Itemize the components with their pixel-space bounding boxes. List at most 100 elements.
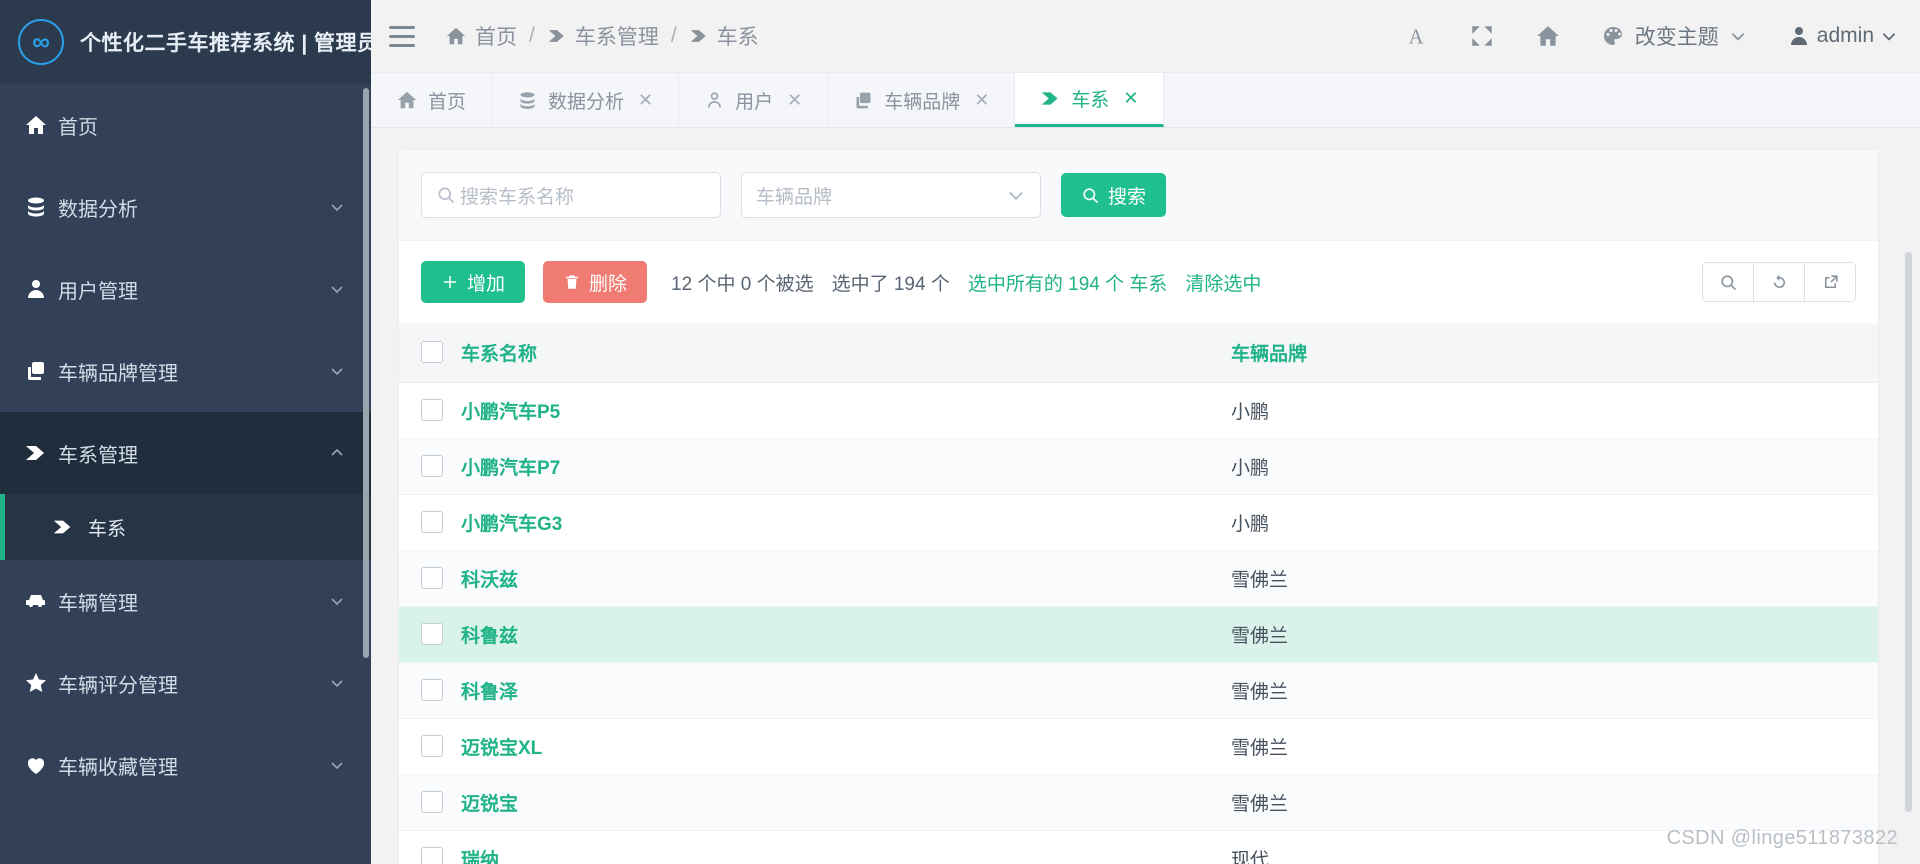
add-button[interactable]: 增加	[421, 261, 526, 303]
table-row[interactable]: 小鹏汽车G3 小鹏	[399, 494, 1878, 551]
export-icon[interactable]	[1804, 262, 1856, 302]
row-checkbox-cell	[399, 774, 461, 831]
top-header: 首页 / 车系管理 / 车系 A 改变主题 admin	[371, 0, 1920, 72]
user-menu[interactable]: admin	[1787, 24, 1898, 48]
home-icon[interactable]	[1535, 23, 1561, 49]
table-row[interactable]: 迈锐宝 雪佛兰	[399, 774, 1878, 831]
series-name-link[interactable]: 瑞纳	[461, 850, 499, 864]
search-icon	[438, 187, 455, 204]
series-name-link[interactable]: 科鲁泽	[461, 682, 518, 703]
cell-series-name: 小鹏汽车G3	[461, 494, 1231, 551]
cell-series-name: 科鲁泽	[461, 662, 1231, 719]
row-checkbox[interactable]	[421, 455, 443, 478]
close-icon[interactable]: ✕	[974, 90, 989, 111]
tab-data-analysis[interactable]: 数据分析 ✕	[492, 73, 680, 127]
row-checkbox[interactable]	[421, 847, 443, 864]
row-checkbox-cell	[399, 550, 461, 607]
chevron-down-icon	[331, 762, 343, 770]
series-name-link[interactable]: 科鲁兹	[461, 626, 518, 647]
sidebar-scrollbar[interactable]	[363, 88, 369, 658]
breadcrumb-separator: /	[529, 24, 535, 47]
row-checkbox[interactable]	[421, 511, 443, 534]
table-row[interactable]: 瑞纳 现代	[399, 830, 1878, 864]
tab-home[interactable]: 首页	[371, 73, 493, 127]
sidebar-subitem-series[interactable]: 车系	[0, 494, 371, 560]
car-icon	[24, 589, 58, 613]
cell-brand: 雪佛兰	[1231, 662, 1878, 719]
series-table: 车系名称 车辆品牌 小鹏汽车P5 小鹏 小鹏汽车P7 小鹏 小鹏汽车G3 小鹏 …	[399, 323, 1878, 864]
series-name-link[interactable]: 迈锐宝XL	[461, 738, 542, 759]
breadcrumb-label: 车系	[716, 26, 759, 49]
delete-button[interactable]: 删除	[543, 261, 648, 303]
table-tools	[1702, 262, 1856, 302]
infinity-logo-icon: ∞	[18, 19, 64, 65]
selected-count: 选中了 194 个	[831, 273, 950, 295]
tag-icon	[1042, 92, 1058, 105]
table-row[interactable]: 科鲁泽 雪佛兰	[399, 662, 1878, 719]
home-icon	[397, 91, 417, 109]
font-size-icon[interactable]: A	[1403, 23, 1429, 49]
clear-selection-link[interactable]: 清除选中	[1185, 269, 1261, 296]
table-row[interactable]: 迈锐宝XL 雪佛兰	[399, 718, 1878, 775]
table-row[interactable]: 小鹏汽车P7 小鹏	[399, 438, 1878, 495]
sidebar-item-favorites-management[interactable]: 车辆收藏管理	[0, 724, 371, 806]
series-name-link[interactable]: 小鹏汽车P7	[461, 458, 560, 479]
sidebar-item-data-analysis[interactable]: 数据分析	[0, 166, 371, 248]
close-icon[interactable]: ✕	[787, 90, 802, 111]
sidebar-item-user-management[interactable]: 用户管理	[0, 248, 371, 330]
breadcrumb-item-series-management[interactable]: 车系管理	[547, 21, 659, 51]
cell-brand: 雪佛兰	[1231, 606, 1878, 663]
tab-vehicle-brand[interactable]: 车辆品牌 ✕	[828, 73, 1016, 127]
table-body: 小鹏汽车P5 小鹏 小鹏汽车P7 小鹏 小鹏汽车G3 小鹏 科沃兹 雪佛兰 科鲁…	[399, 382, 1878, 864]
tab-user[interactable]: 用户 ✕	[679, 73, 829, 127]
sidebar-item-home[interactable]: 首页	[0, 84, 371, 166]
hamburger-icon[interactable]	[389, 21, 423, 51]
cell-brand: 雪佛兰	[1231, 718, 1878, 775]
row-checkbox[interactable]	[421, 679, 443, 702]
sidebar-item-rating-management[interactable]: 车辆评分管理	[0, 642, 371, 724]
table-row[interactable]: 小鹏汽车P5 小鹏	[399, 382, 1878, 439]
row-checkbox[interactable]	[421, 623, 443, 646]
brand-select[interactable]: 车辆品牌	[741, 172, 1041, 218]
sidebar-item-brand-management[interactable]: 车辆品牌管理	[0, 330, 371, 412]
series-name-link[interactable]: 小鹏汽车G3	[461, 514, 562, 535]
series-name-link[interactable]: 科沃兹	[461, 570, 518, 591]
row-checkbox[interactable]	[421, 791, 443, 814]
cell-brand: 小鹏	[1231, 438, 1878, 495]
chevron-down-icon	[331, 286, 343, 294]
sidebar-item-series-management[interactable]: 车系管理	[0, 412, 371, 494]
tab-series[interactable]: 车系 ✕	[1015, 73, 1165, 127]
row-checkbox[interactable]	[421, 399, 443, 422]
close-icon[interactable]: ✕	[638, 90, 653, 111]
series-name-link[interactable]: 小鹏汽车P5	[461, 402, 560, 423]
table-row[interactable]: 科沃兹 雪佛兰	[399, 550, 1878, 607]
column-header-brand[interactable]: 车辆品牌	[1231, 323, 1878, 383]
breadcrumb-item-series[interactable]: 车系	[689, 21, 759, 51]
breadcrumb-item-home[interactable]: 首页	[445, 21, 517, 51]
close-icon[interactable]: ✕	[1123, 88, 1138, 109]
refresh-icon[interactable]	[1753, 262, 1805, 302]
search-button[interactable]: 搜索	[1061, 173, 1167, 217]
breadcrumb-label: 首页	[475, 26, 517, 49]
series-name-link[interactable]: 迈锐宝	[461, 794, 518, 815]
select-all-checkbox-cell	[399, 323, 461, 383]
table-row[interactable]: 科鲁兹 雪佛兰	[399, 606, 1878, 663]
cell-series-name: 科鲁兹	[461, 606, 1231, 663]
column-header-name[interactable]: 车系名称	[461, 323, 1231, 383]
sidebar-item-vehicle-management[interactable]: 车辆管理	[0, 560, 371, 642]
tab-bar: 首页 数据分析 ✕ 用户 ✕ 车辆品牌 ✕ 车系 ✕	[371, 72, 1920, 128]
search-toggle-icon[interactable]	[1702, 262, 1754, 302]
cell-series-name: 小鹏汽车P7	[461, 438, 1231, 495]
select-all-link[interactable]: 选中所有的 194 个 车系	[968, 269, 1168, 296]
row-checkbox[interactable]	[421, 567, 443, 590]
row-checkbox[interactable]	[421, 735, 443, 758]
fullscreen-icon[interactable]	[1469, 23, 1495, 49]
heart-icon	[24, 753, 58, 777]
action-bar: 增加 删除 12 个中 0 个被选 选中了 194 个 选中所有的 194 个 …	[399, 241, 1878, 323]
content-scrollbar[interactable]	[1905, 252, 1912, 812]
app-root: ∞ 个性化二手车推荐系统 | 管理员 首页 数据分析 用户管理 车辆品牌管理 车…	[0, 0, 1920, 864]
select-all-checkbox[interactable]	[421, 341, 443, 364]
search-input[interactable]: 搜索车系名称	[421, 172, 721, 218]
theme-selector[interactable]: 改变主题	[1601, 21, 1747, 51]
home-icon	[24, 113, 58, 137]
